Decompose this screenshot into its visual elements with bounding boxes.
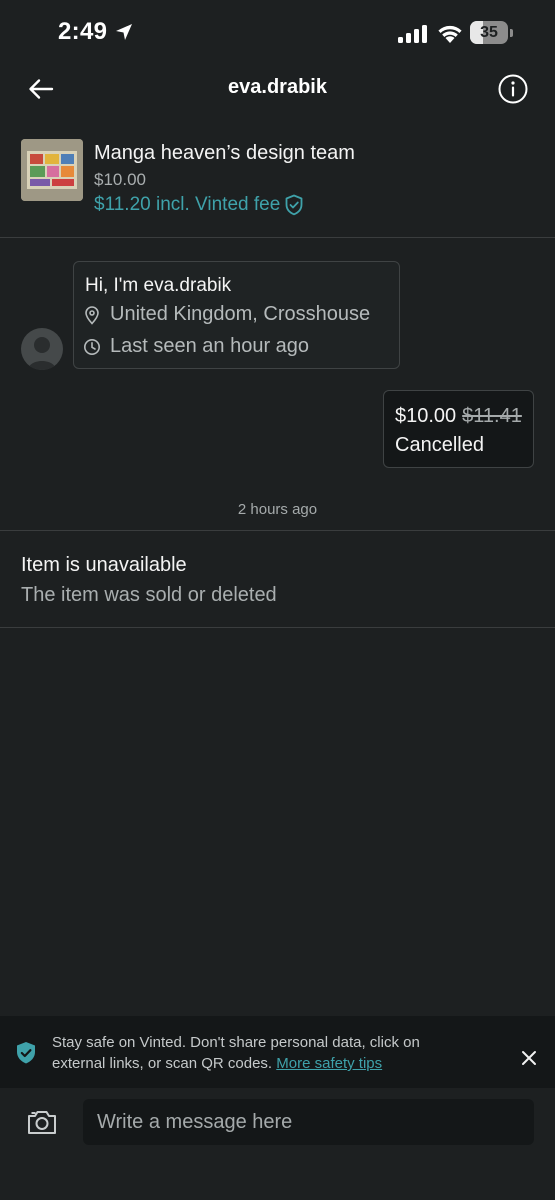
message-timestamp: 2 hours ago bbox=[237, 501, 318, 518]
battery-icon: 35 bbox=[470, 21, 514, 44]
shield-check-icon bbox=[17, 1042, 35, 1064]
avatar[interactable] bbox=[21, 328, 63, 370]
offer-status: Cancelled bbox=[395, 434, 484, 456]
signal-icon bbox=[398, 25, 427, 43]
wifi-icon bbox=[438, 25, 462, 43]
offer-original-price: $11.41 bbox=[462, 405, 522, 427]
item-unavailable-notice: Item is unavailable The item was sold or… bbox=[0, 530, 555, 628]
seller-last-seen: Last seen an hour ago bbox=[83, 335, 309, 358]
clock-icon bbox=[84, 338, 100, 355]
chat-header: eva.drabik bbox=[0, 66, 555, 112]
item-photo bbox=[21, 139, 83, 201]
user-silhouette-icon bbox=[28, 337, 56, 370]
safety-tips-link[interactable]: More safety tips bbox=[276, 1055, 382, 1072]
safety-banner: Stay safe on Vinted. Don't share persona… bbox=[0, 1016, 555, 1088]
seller-last-seen-text: Last seen an hour ago bbox=[110, 335, 310, 357]
info-icon[interactable] bbox=[497, 73, 529, 105]
message-composer bbox=[0, 1088, 555, 1200]
item-thumbnail[interactable] bbox=[21, 139, 83, 201]
item-price: $10.00 bbox=[94, 170, 146, 189]
offer-price-row: $10.00 $11.41 bbox=[395, 405, 522, 428]
vinted-fee-label: incl. Vinted fee bbox=[155, 194, 281, 215]
unavailable-title: Item is unavailable bbox=[21, 554, 187, 576]
status-bar: 2:49 35 bbox=[0, 0, 555, 66]
unavailable-subtitle: The item was sold or deleted bbox=[21, 584, 277, 606]
location-arrow-icon bbox=[116, 24, 132, 40]
chat-screen: 2:49 35 eva.drabik Manga heaven’s design… bbox=[0, 0, 555, 1200]
location-pin-icon bbox=[85, 305, 99, 325]
close-icon[interactable] bbox=[519, 1048, 539, 1068]
item-total-price: $11.20 bbox=[94, 194, 151, 215]
status-time: 2:49 bbox=[58, 18, 108, 45]
item-summary[interactable]: Manga heaven’s design team $10.00 $11.20… bbox=[0, 130, 555, 238]
item-title: Manga heaven’s design team bbox=[94, 142, 355, 164]
message-input[interactable] bbox=[83, 1099, 534, 1145]
seller-location-text: United Kingdom, Crosshouse bbox=[110, 303, 371, 325]
shield-check-icon bbox=[285, 194, 303, 216]
item-price-with-fee[interactable]: $11.20 incl. Vinted fee bbox=[94, 194, 304, 216]
seller-location: United Kingdom, Crosshouse bbox=[83, 303, 370, 326]
camera-icon[interactable] bbox=[26, 1108, 58, 1136]
offer-price: $10.00 bbox=[395, 405, 457, 427]
battery-level: 35 bbox=[480, 24, 498, 41]
intro-greeting: Hi, I'm eva.drabik bbox=[85, 275, 232, 296]
offer-message[interactable]: $10.00 $11.41 Cancelled bbox=[383, 390, 534, 468]
safety-message: Stay safe on Vinted. Don't share persona… bbox=[52, 1032, 472, 1074]
conversation-title: eva.drabik bbox=[228, 76, 327, 98]
seller-intro-card: Hi, I'm eva.drabik United Kingdom, Cross… bbox=[73, 261, 400, 369]
